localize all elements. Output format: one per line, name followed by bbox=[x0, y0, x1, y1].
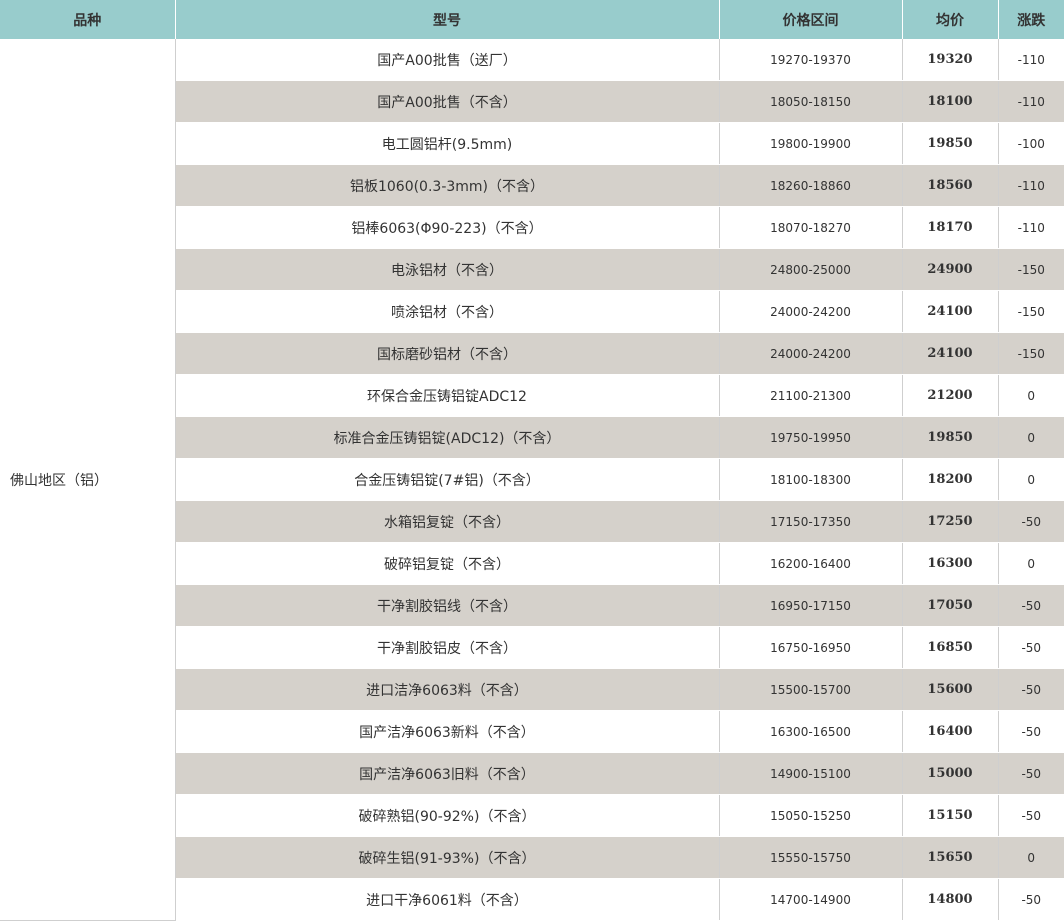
average-price-cell: 15600 bbox=[902, 668, 999, 711]
price-range-cell: 19800-19900 bbox=[719, 122, 903, 165]
model-cell: 标准合金压铸铝锭(ADC12)（不含） bbox=[175, 416, 720, 459]
column-header-category: 品种 bbox=[0, 0, 176, 39]
average-price-cell: 19850 bbox=[902, 416, 999, 459]
average-price-cell: 24100 bbox=[902, 290, 999, 333]
average-price-cell: 15150 bbox=[902, 794, 999, 837]
average-price-cell: 17050 bbox=[902, 584, 999, 627]
model-cell: 电工圆铝杆(9.5mm) bbox=[175, 122, 720, 165]
change-cell: -150 bbox=[998, 248, 1064, 291]
model-cell: 国产A00批售（不含） bbox=[175, 80, 720, 123]
model-cell: 电泳铝材（不含） bbox=[175, 248, 720, 291]
change-cell: 0 bbox=[998, 458, 1064, 501]
change-cell: -150 bbox=[998, 332, 1064, 375]
change-cell: -110 bbox=[998, 80, 1064, 123]
price-range-cell: 18050-18150 bbox=[719, 80, 903, 123]
column-header-change: 涨跌 bbox=[998, 0, 1064, 39]
average-price-cell: 18560 bbox=[902, 164, 999, 207]
change-cell: -150 bbox=[998, 290, 1064, 333]
average-price-cell: 15650 bbox=[902, 836, 999, 879]
model-cell: 国产洁净6063新料（不含） bbox=[175, 710, 720, 753]
price-range-cell: 18070-18270 bbox=[719, 206, 903, 249]
average-price-cell: 24100 bbox=[902, 332, 999, 375]
change-cell: 0 bbox=[998, 836, 1064, 879]
average-price-cell: 16850 bbox=[902, 626, 999, 669]
price-range-cell: 17150-17350 bbox=[719, 500, 903, 543]
model-cell: 破碎熟铝(90-92%)（不含） bbox=[175, 794, 720, 837]
change-cell: -50 bbox=[998, 668, 1064, 711]
average-price-cell: 18100 bbox=[902, 80, 999, 123]
change-cell: -110 bbox=[998, 164, 1064, 207]
header-row: 品种 型号 价格区间 均价 涨跌 bbox=[0, 0, 1064, 39]
change-cell: 0 bbox=[998, 416, 1064, 459]
change-cell: 0 bbox=[998, 542, 1064, 585]
change-cell: -100 bbox=[998, 122, 1064, 165]
model-cell: 喷涂铝材（不含） bbox=[175, 290, 720, 333]
change-cell: -110 bbox=[998, 39, 1064, 81]
model-cell: 国产A00批售（送厂） bbox=[175, 39, 720, 81]
model-cell: 国产洁净6063旧料（不含） bbox=[175, 752, 720, 795]
price-range-cell: 19750-19950 bbox=[719, 416, 903, 459]
average-price-cell: 18170 bbox=[902, 206, 999, 249]
price-range-cell: 18100-18300 bbox=[719, 458, 903, 501]
model-cell: 水箱铝复锭（不含） bbox=[175, 500, 720, 543]
model-cell: 合金压铸铝锭(7#铝)（不含） bbox=[175, 458, 720, 501]
change-cell: -50 bbox=[998, 794, 1064, 837]
price-range-cell: 21100-21300 bbox=[719, 374, 903, 417]
price-range-cell: 14700-14900 bbox=[719, 878, 903, 921]
average-price-cell: 24900 bbox=[902, 248, 999, 291]
model-cell: 进口洁净6063料（不含） bbox=[175, 668, 720, 711]
model-cell: 干净割胶铝线（不含） bbox=[175, 584, 720, 627]
category-cell: 佛山地区（铝） bbox=[0, 39, 176, 921]
average-price-cell: 16400 bbox=[902, 710, 999, 753]
price-range-cell: 15050-15250 bbox=[719, 794, 903, 837]
change-cell: 0 bbox=[998, 374, 1064, 417]
average-price-cell: 16300 bbox=[902, 542, 999, 585]
model-cell: 环保合金压铸铝锭ADC12 bbox=[175, 374, 720, 417]
price-range-cell: 16750-16950 bbox=[719, 626, 903, 669]
change-cell: -50 bbox=[998, 752, 1064, 795]
average-price-cell: 15000 bbox=[902, 752, 999, 795]
model-cell: 进口干净6061料（不含） bbox=[175, 878, 720, 921]
price-range-cell: 24800-25000 bbox=[719, 248, 903, 291]
model-cell: 破碎生铝(91-93%)（不含） bbox=[175, 836, 720, 879]
model-cell: 铝板1060(0.3-3mm)（不含） bbox=[175, 164, 720, 207]
average-price-cell: 17250 bbox=[902, 500, 999, 543]
change-cell: -50 bbox=[998, 500, 1064, 543]
average-price-cell: 21200 bbox=[902, 374, 999, 417]
average-price-cell: 18200 bbox=[902, 458, 999, 501]
price-range-cell: 16950-17150 bbox=[719, 584, 903, 627]
price-range-cell: 14900-15100 bbox=[719, 752, 903, 795]
change-cell: -50 bbox=[998, 626, 1064, 669]
change-cell: -50 bbox=[998, 710, 1064, 753]
model-cell: 铝棒6063(Φ90-223)（不含） bbox=[175, 206, 720, 249]
price-range-cell: 19270-19370 bbox=[719, 39, 903, 81]
price-table: 品种 型号 价格区间 均价 涨跌 佛山地区（铝） 国产A00批售（送厂） 19270… bbox=[0, 0, 1064, 921]
price-range-cell: 15550-15750 bbox=[719, 836, 903, 879]
average-price-cell: 14800 bbox=[902, 878, 999, 921]
average-price-cell: 19850 bbox=[902, 122, 999, 165]
table-body: 佛山地区（铝） 国产A00批售（送厂） 19270-19370 19320 -110 国产… bbox=[0, 39, 1064, 921]
column-header-price-range: 价格区间 bbox=[719, 0, 903, 39]
column-header-model: 型号 bbox=[175, 0, 720, 39]
model-cell: 国标磨砂铝材（不含） bbox=[175, 332, 720, 375]
price-range-cell: 24000-24200 bbox=[719, 332, 903, 375]
price-range-cell: 18260-18860 bbox=[719, 164, 903, 207]
price-range-cell: 16300-16500 bbox=[719, 710, 903, 753]
price-range-cell: 15500-15700 bbox=[719, 668, 903, 711]
change-cell: -50 bbox=[998, 584, 1064, 627]
model-cell: 干净割胶铝皮（不含） bbox=[175, 626, 720, 669]
price-range-cell: 16200-16400 bbox=[719, 542, 903, 585]
table-row: 佛山地区（铝） 国产A00批售（送厂） 19270-19370 19320 -110 bbox=[0, 39, 1064, 921]
model-cell: 破碎铝复锭（不含） bbox=[175, 542, 720, 585]
change-cell: -110 bbox=[998, 206, 1064, 249]
average-price-cell: 19320 bbox=[902, 39, 999, 81]
column-header-average-price: 均价 bbox=[902, 0, 999, 39]
price-range-cell: 24000-24200 bbox=[719, 290, 903, 333]
change-cell: -50 bbox=[998, 878, 1064, 921]
